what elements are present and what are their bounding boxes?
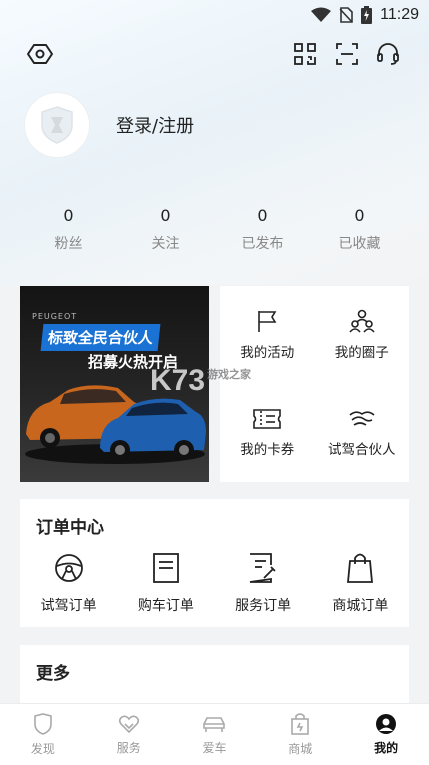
quick-links-card: 我的活动 我的圈子 我的卡券 试驾合伙人 — [220, 286, 409, 482]
scan-button[interactable] — [331, 38, 363, 70]
stats-row: 0 粉丝 0 关注 0 已发布 0 已收藏 — [20, 206, 408, 253]
coupon-icon — [253, 409, 282, 429]
top-action-bar — [0, 38, 429, 70]
profile-section: 登录/注册 — [24, 92, 194, 158]
shopping-bag-icon — [347, 553, 374, 583]
document-icon — [152, 553, 179, 583]
people-icon — [349, 309, 375, 333]
purchase-orders-link[interactable]: 购车订单 — [117, 553, 214, 615]
stat-label: 关注 — [151, 236, 180, 252]
login-register-link[interactable]: 登录/注册 — [116, 112, 194, 138]
order-items-row: 试驾订单 购车订单 服务订单 商城订单 — [20, 553, 409, 615]
stat-label: 已发布 — [241, 236, 284, 252]
service-doc-icon — [249, 553, 276, 583]
tab-service[interactable]: 服务 — [86, 704, 172, 765]
order-label: 购车订单 — [137, 598, 194, 614]
steering-wheel-icon — [54, 554, 83, 582]
service-orders-link[interactable]: 服务订单 — [215, 553, 312, 615]
tab-label: 商城 — [288, 741, 313, 756]
stat-count: 0 — [63, 206, 74, 225]
customer-service-button[interactable] — [372, 38, 404, 70]
order-center-title: 订单中心 — [36, 518, 104, 538]
stat-following[interactable]: 0 关注 — [117, 206, 214, 253]
avatar[interactable] — [24, 92, 90, 158]
wifi-icon — [311, 7, 332, 22]
stat-label: 已收藏 — [338, 236, 381, 252]
stat-published[interactable]: 0 已发布 — [214, 206, 311, 253]
tab-label: 爱车 — [202, 740, 227, 755]
order-label: 商城订单 — [332, 598, 389, 614]
stat-count: 0 — [257, 206, 268, 225]
shield-icon — [34, 712, 52, 735]
handshake-icon — [349, 411, 375, 426]
heart-hands-icon — [118, 715, 139, 733]
scan-icon — [336, 43, 358, 65]
peugeot-logo-icon — [41, 106, 73, 144]
tab-my-car[interactable]: 爱车 — [172, 704, 258, 765]
no-sim-icon — [339, 7, 353, 23]
qr-code-icon — [294, 43, 316, 65]
quick-link-label: 我的卡券 — [240, 442, 295, 458]
tab-store[interactable]: 商城 — [257, 704, 343, 765]
quick-link-label: 试驾合伙人 — [328, 442, 396, 458]
stat-count: 0 — [160, 206, 171, 225]
battery-charging-icon — [361, 6, 373, 24]
tab-label: 发现 — [30, 741, 55, 756]
banner-cars-image — [25, 385, 206, 464]
bottom-tab-bar: 发现 服务 爱车 商城 我的 — [0, 703, 429, 765]
tab-discover[interactable]: 发现 — [0, 704, 86, 765]
quick-link-label: 我的圈子 — [334, 345, 389, 361]
my-coupons-link[interactable]: 我的卡券 — [220, 384, 315, 482]
stat-followers[interactable]: 0 粉丝 — [20, 206, 117, 253]
more-title: 更多 — [36, 664, 70, 684]
flag-icon — [258, 311, 277, 332]
more-card: 更多 — [20, 645, 409, 705]
qr-code-button[interactable] — [289, 38, 321, 70]
tab-label: 我的 — [374, 740, 399, 755]
order-label: 试驾订单 — [40, 598, 97, 614]
order-center-card: 订单中心 试驾订单 购车订单 服务订单 商城订单 — [20, 499, 409, 627]
tab-mine[interactable]: 我的 — [343, 704, 429, 765]
test-drive-orders-link[interactable]: 试驾订单 — [20, 553, 117, 615]
stat-count: 0 — [354, 206, 365, 225]
my-activities-link[interactable]: 我的活动 — [220, 286, 315, 384]
promo-banner[interactable]: PEUGEOT 标致全民合伙人 招募火热开启 — [20, 286, 209, 482]
gear-icon — [27, 44, 53, 64]
stat-favorites[interactable]: 0 已收藏 — [311, 206, 408, 253]
mall-orders-link[interactable]: 商城订单 — [312, 553, 409, 615]
car-icon — [203, 716, 226, 732]
store-bag-icon — [291, 712, 310, 735]
quick-link-label: 我的活动 — [240, 345, 295, 361]
status-time: 11:29 — [380, 6, 419, 23]
user-icon — [376, 713, 397, 734]
settings-button[interactable] — [24, 38, 56, 70]
status-bar: 11:29 — [0, 0, 429, 30]
headset-icon — [377, 43, 399, 65]
stat-label: 粉丝 — [54, 236, 83, 252]
tab-label: 服务 — [116, 740, 141, 755]
test-drive-partner-link[interactable]: 试驾合伙人 — [315, 384, 410, 482]
order-label: 服务订单 — [235, 598, 292, 614]
my-circles-link[interactable]: 我的圈子 — [315, 286, 410, 384]
